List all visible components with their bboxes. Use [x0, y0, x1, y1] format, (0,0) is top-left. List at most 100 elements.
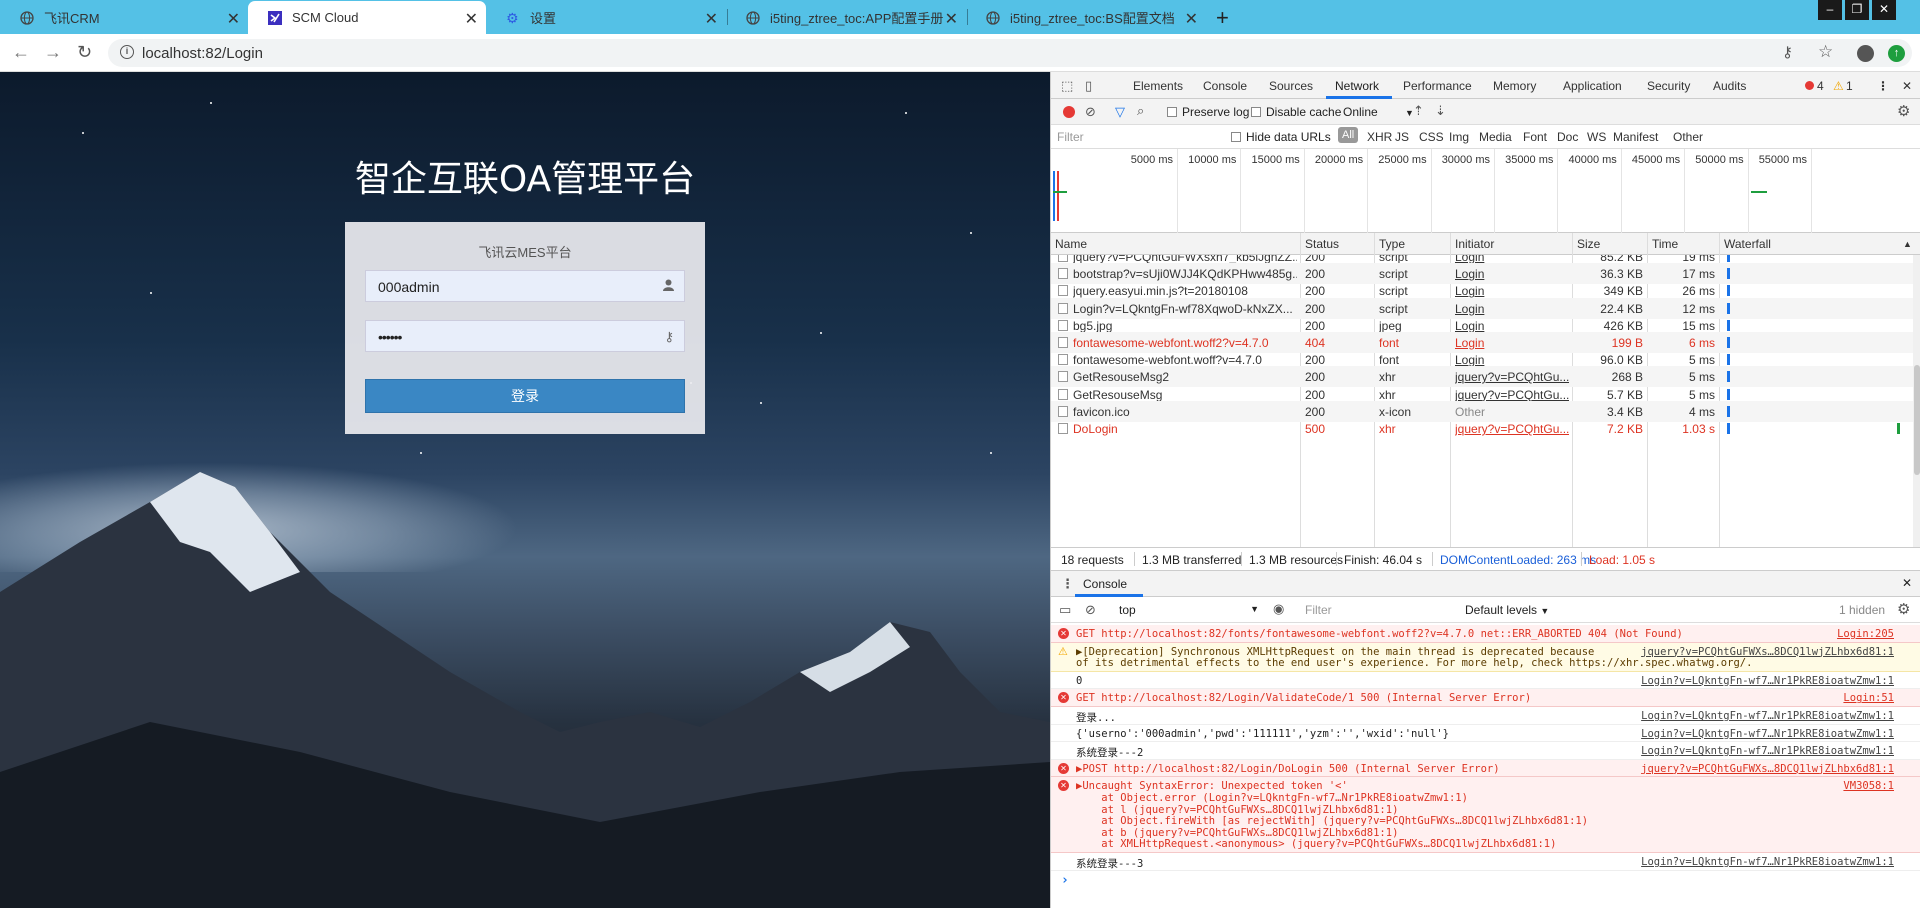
restore-button[interactable]: ❐: [1845, 0, 1869, 20]
disable-cache-checkbox[interactable]: Disable cache: [1251, 105, 1341, 119]
tab-memory[interactable]: Memory: [1493, 79, 1536, 93]
column-type[interactable]: Type: [1379, 237, 1405, 251]
username-field[interactable]: 000admin: [365, 270, 685, 302]
context-select[interactable]: top ▼: [1119, 603, 1259, 617]
update-arrow-icon[interactable]: ↑: [1888, 45, 1905, 62]
console-filter-input[interactable]: Filter: [1305, 603, 1445, 617]
network-request-row[interactable]: DoLogin 500 xhr jquery?v=PCQhtGu... 7.2 KB 1.…: [1051, 418, 1913, 439]
eye-icon[interactable]: ◉: [1273, 601, 1284, 617]
console-source-link[interactable]: jquery?v=PCQhtGuFWXs…8DCQ1lwjZLhbx6d81:1: [1641, 646, 1894, 658]
column-initiator[interactable]: Initiator: [1455, 237, 1494, 251]
type-filter-ws[interactable]: WS: [1587, 130, 1606, 144]
request-initiator[interactable]: jquery?v=PCQhtGu...: [1455, 388, 1569, 402]
request-initiator[interactable]: Login: [1455, 284, 1569, 298]
network-overview-timeline[interactable]: 5000 ms 10000 ms 15000 ms 20000 ms 25000 ms 3…: [1051, 149, 1920, 233]
console-source-link[interactable]: VM3058:1: [1843, 780, 1894, 792]
tab-scm-cloud[interactable]: SCM Cloud ✕: [248, 1, 486, 34]
type-filter-all[interactable]: All: [1338, 127, 1359, 143]
tab-performance[interactable]: Performance: [1403, 79, 1472, 93]
tab-bs-config-doc[interactable]: i5ting_ztree_toc:BS配置文档 ✕: [966, 1, 1206, 34]
info-icon[interactable]: i: [120, 45, 134, 59]
tab-settings[interactable]: ⚙ 设置 ✕: [486, 1, 726, 34]
console-message[interactable]: ✕ ▶Uncaught SyntaxError: Unexpected token…: [1051, 777, 1920, 853]
password-field[interactable]: •••••• ⚷: [365, 320, 685, 352]
console-message[interactable]: ✕ ▶POST http://localhost:82/Login/DoLogin…: [1051, 759, 1920, 778]
filter-input[interactable]: Filter: [1057, 130, 1084, 144]
console-message[interactable]: {'userno':'000admin','pwd':'111111','yzm…: [1051, 725, 1920, 743]
hide-data-urls-checkbox[interactable]: Hide data URLs: [1231, 130, 1331, 144]
column-status[interactable]: Status: [1305, 237, 1339, 251]
console-message[interactable]: ⚠ ▶[Deprecation] Synchronous XMLHttpReque…: [1051, 642, 1920, 672]
close-icon[interactable]: ✕: [1902, 79, 1912, 93]
request-initiator[interactable]: jquery?v=PCQhtGu...: [1455, 422, 1569, 436]
close-icon[interactable]: ✕: [945, 9, 958, 29]
type-filter-manifest[interactable]: Manifest: [1613, 130, 1658, 144]
type-filter-other[interactable]: Other: [1673, 130, 1703, 144]
console-message[interactable]: 登录... Login?v=LQkntgFn-wf7…Nr1PkRE8ioatwZ…: [1051, 707, 1920, 725]
type-filter-font[interactable]: Font: [1523, 130, 1547, 144]
drawer-tab-console[interactable]: Console: [1083, 577, 1127, 591]
tab-app-config-manual[interactable]: i5ting_ztree_toc:APP配置手册 ✕: [726, 1, 966, 34]
close-icon[interactable]: ✕: [465, 9, 478, 29]
show-sidebar-icon[interactable]: ▭: [1059, 602, 1071, 618]
search-icon[interactable]: ⌕: [1137, 103, 1144, 119]
column-time[interactable]: Time: [1652, 237, 1678, 251]
request-initiator[interactable]: Login: [1455, 267, 1569, 281]
log-levels-select[interactable]: Default levels ▼: [1465, 603, 1549, 617]
error-count[interactable]: 4: [1817, 79, 1824, 93]
login-button[interactable]: 登录: [365, 379, 685, 413]
request-initiator[interactable]: Login: [1455, 319, 1569, 333]
console-message[interactable]: 系统登录---3 Login?v=LQkntgFn-wf7…Nr1PkRE8ioa…: [1051, 853, 1920, 871]
console-source-link[interactable]: Login?v=LQkntgFn-wf7…Nr1PkRE8ioatwZmw1:1: [1641, 856, 1894, 868]
back-arrow-icon[interactable]: ←: [12, 42, 30, 63]
scrollbar-thumb[interactable]: [1914, 365, 1920, 475]
console-message[interactable]: 系统登录---2 Login?v=LQkntgFn-wf7…Nr1PkRE8ioa…: [1051, 742, 1920, 760]
column-size[interactable]: Size: [1577, 237, 1600, 251]
close-icon[interactable]: ✕: [1185, 9, 1198, 29]
console-prompt-icon[interactable]: ›: [1061, 873, 1069, 888]
console-message[interactable]: ✕ GET http://localhost:82/fonts/fontaweso…: [1051, 625, 1920, 643]
type-filter-js[interactable]: JS: [1395, 130, 1409, 144]
preserve-log-checkbox[interactable]: Preserve log: [1167, 105, 1249, 119]
tab-feixun-crm[interactable]: 飞讯CRM ✕: [0, 1, 248, 34]
device-toolbar-icon[interactable]: ▯: [1085, 78, 1092, 94]
console-message[interactable]: 0 Login?v=LQkntgFn-wf7…Nr1PkRE8ioatwZmw1:…: [1051, 672, 1920, 690]
type-filter-img[interactable]: Img: [1449, 130, 1469, 144]
console-source-link[interactable]: jquery?v=PCQhtGuFWXs…8DCQ1lwjZLhbx6d81:1: [1641, 763, 1894, 775]
sort-up-icon[interactable]: ▲: [1903, 239, 1912, 249]
new-tab-button[interactable]: +: [1216, 5, 1229, 31]
tab-audits[interactable]: Audits: [1713, 79, 1746, 93]
tab-network[interactable]: Network: [1335, 79, 1379, 93]
console-source-link[interactable]: Login:205: [1837, 628, 1894, 640]
export-har-icon[interactable]: ⇣: [1435, 103, 1446, 119]
more-options-icon[interactable]: ⋮: [1877, 79, 1889, 93]
console-source-link[interactable]: Login?v=LQkntgFn-wf7…Nr1PkRE8ioatwZmw1:1: [1641, 745, 1894, 757]
warning-count[interactable]: 1: [1846, 79, 1853, 93]
console-source-link[interactable]: Login?v=LQkntgFn-wf7…Nr1PkRE8ioatwZmw1:1: [1641, 710, 1894, 722]
profile-avatar-icon[interactable]: [1857, 45, 1874, 62]
import-har-icon[interactable]: ⇡: [1413, 103, 1424, 119]
address-bar[interactable]: i localhost:82/Login: [108, 39, 1912, 67]
window-close-button[interactable]: ✕: [1872, 0, 1896, 20]
console-source-link[interactable]: Login:51: [1843, 692, 1894, 704]
gear-icon[interactable]: ⚙: [1897, 600, 1910, 618]
close-icon[interactable]: ✕: [227, 9, 240, 29]
column-name[interactable]: Name: [1055, 237, 1087, 251]
tab-sources[interactable]: Sources: [1269, 79, 1313, 93]
tab-console[interactable]: Console: [1203, 79, 1247, 93]
tab-application[interactable]: Application: [1563, 79, 1622, 93]
gear-icon[interactable]: ⚙: [1897, 102, 1910, 120]
request-initiator[interactable]: jquery?v=PCQhtGu...: [1455, 370, 1569, 384]
clear-console-icon[interactable]: ⊘: [1085, 602, 1096, 618]
minimize-button[interactable]: –: [1818, 0, 1842, 20]
inspect-element-icon[interactable]: ⬚: [1061, 78, 1073, 94]
close-icon[interactable]: ✕: [1902, 576, 1912, 590]
request-initiator[interactable]: Login: [1455, 336, 1569, 350]
star-icon[interactable]: ☆: [1818, 42, 1833, 62]
key-icon[interactable]: ⚷: [1782, 43, 1793, 61]
console-source-link[interactable]: Login?v=LQkntgFn-wf7…Nr1PkRE8ioatwZmw1:1: [1641, 728, 1894, 740]
request-initiator[interactable]: Login: [1455, 302, 1569, 316]
network-list-scrollbar[interactable]: [1913, 255, 1920, 547]
console-message[interactable]: ✕ GET http://localhost:82/Login/ValidateC…: [1051, 689, 1920, 707]
type-filter-media[interactable]: Media: [1479, 130, 1512, 144]
